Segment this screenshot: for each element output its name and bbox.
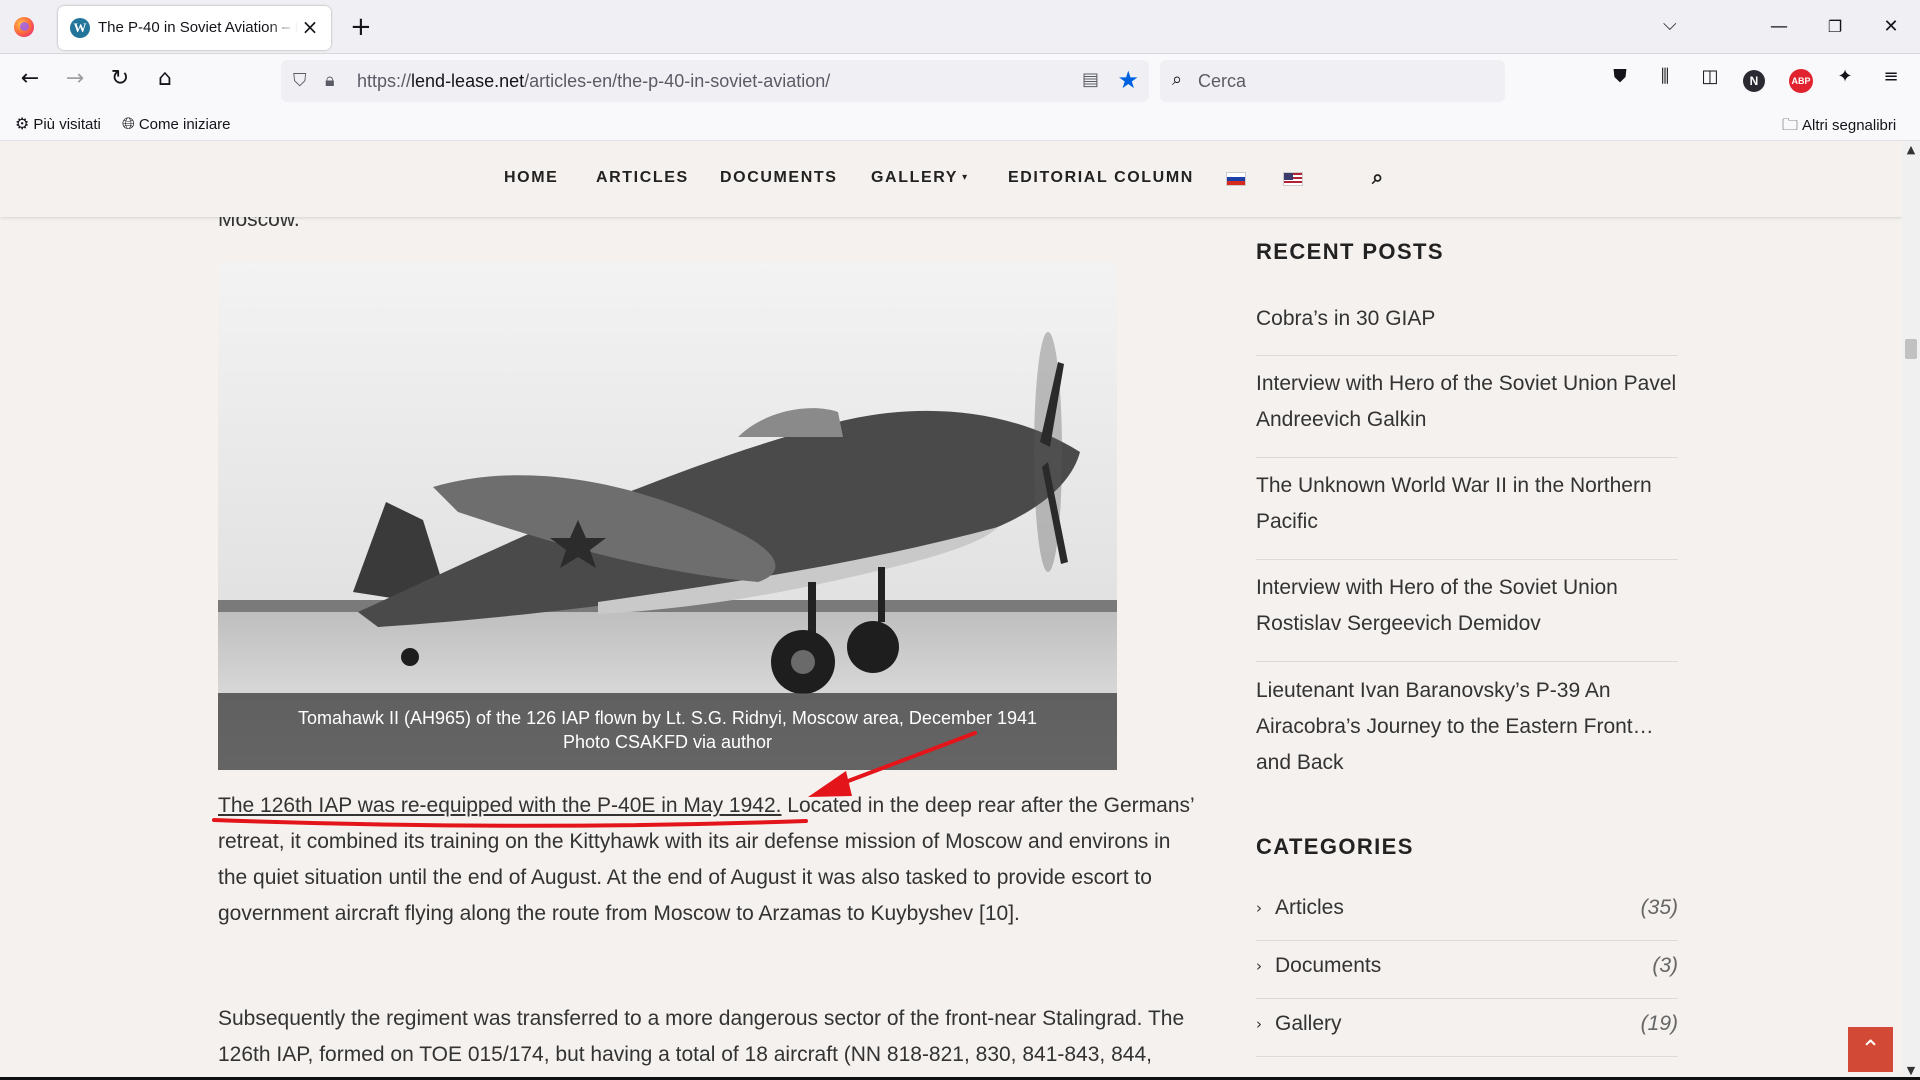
menu-editorial-column[interactable]: EDITORIAL COLUMN (1008, 169, 1194, 187)
navigation-toolbar: ← → ↻ ⌂ ⛉ 🔒︎ https://lend-lease.net/arti… (0, 54, 1920, 108)
page-scrollbar[interactable]: ▲ ▼ (1902, 141, 1920, 1080)
chevron-down-icon: ▾ (962, 172, 969, 183)
url-bar[interactable]: ⛉ 🔒︎ https://lend-lease.net/articles-en/… (281, 60, 1149, 102)
new-tab-button[interactable]: + (350, 14, 372, 40)
home-button[interactable]: ⌂ (150, 66, 180, 96)
divider (1256, 559, 1678, 560)
tab-title: The P-40 in Soviet Aviation – Lend-Lease (98, 19, 298, 36)
sidebar-icon[interactable]: ◫ (1695, 66, 1725, 96)
chevron-up-icon: ⌃ (1860, 1035, 1881, 1063)
recent-post-link[interactable]: Cobra’s in 30 GIAP (1256, 301, 1678, 337)
active-tab[interactable]: W The P-40 in Soviet Aviation – Lend-Lea… (58, 6, 331, 50)
scroll-up-icon[interactable]: ▲ (1902, 141, 1920, 159)
search-icon: ⌕ (1172, 69, 1183, 90)
restore-button[interactable]: ❐ (1820, 12, 1850, 42)
recent-posts-title: RECENT POSTS (1256, 239, 1444, 264)
globe-icon: 🌐︎ (122, 114, 135, 133)
menu-articles[interactable]: ARTICLES (596, 169, 689, 187)
recent-post-link[interactable]: The Unknown World War II in the Northern… (1256, 468, 1678, 540)
extensions-icon[interactable]: ✦ (1830, 66, 1860, 96)
chevron-right-icon: › (1256, 1015, 1262, 1033)
bookmark-star-icon[interactable]: ★ (1117, 66, 1139, 94)
scrollbar-thumb[interactable] (1905, 339, 1917, 359)
menu-documents[interactable]: DOCUMENTS (720, 169, 838, 187)
gear-icon: ⚙ (15, 114, 30, 133)
chevron-right-icon: › (1256, 899, 1262, 917)
search-input[interactable] (1198, 65, 1488, 97)
category-item[interactable]: › Documents (3) (1256, 941, 1678, 999)
minimize-button[interactable]: — (1764, 12, 1794, 42)
back-button[interactable]: ← (15, 66, 45, 96)
article-paragraph-2: Subsequently the regiment was transferre… (218, 1007, 1185, 1080)
reload-button[interactable]: ↻ (105, 66, 135, 96)
category-item[interactable]: › Articles (35) (1256, 883, 1678, 941)
folder-icon: 🗀 (1782, 115, 1799, 134)
divider (1256, 457, 1678, 458)
firefox-logo-icon[interactable] (14, 17, 34, 37)
site-search-icon[interactable]: ⌕ (1372, 165, 1383, 189)
article-photo: Tomahawk II (AH965) of the 126 IAP flown… (218, 262, 1117, 770)
bookmark-getting-started[interactable]: 🌐︎ Come iniziare (122, 114, 231, 134)
lock-icon[interactable]: 🔒︎ (325, 70, 335, 91)
article-paragraph-1: The 126th IAP was re-equipped with the P… (218, 794, 1194, 925)
categories-title: CATEGORIES (1256, 834, 1414, 859)
shield-icon[interactable]: ⛉ (293, 70, 307, 91)
bookmarks-toolbar: ⚙ Più visitati 🌐︎ Come iniziare 🗀 Altri seg… (0, 108, 1920, 141)
tab-strip: W The P-40 in Soviet Aviation – Lend-Lea… (0, 0, 1920, 54)
bookmark-other[interactable]: 🗀 Altri segnalibri (1782, 114, 1896, 141)
close-window-button[interactable]: ✕ (1876, 12, 1906, 42)
recent-post-link[interactable]: Lieutenant Ivan Baranovsky’s P-39 An Air… (1256, 673, 1678, 781)
profile-avatar[interactable]: N (1743, 70, 1765, 92)
menu-home[interactable]: HOME (504, 169, 558, 187)
chevron-right-icon: › (1256, 957, 1262, 975)
close-tab-icon[interactable]: × (299, 16, 321, 38)
recent-post-link[interactable]: Interview with Hero of the Soviet Union … (1256, 570, 1678, 642)
photo-caption: Tomahawk II (AH965) of the 126 IAP flown… (218, 693, 1117, 770)
pocket-icon[interactable]: ⛊ (1605, 66, 1635, 96)
list-all-tabs-icon[interactable]: ⌵ (1663, 14, 1677, 35)
reader-view-icon[interactable]: ▤ (1082, 69, 1099, 90)
divider (1256, 661, 1678, 662)
back-to-top-button[interactable]: ⌃ (1848, 1027, 1893, 1072)
page-viewport: HOME ARTICLES DOCUMENTS GALLERY ▾ EDITORI… (0, 141, 1902, 1080)
menu-gallery[interactable]: GALLERY ▾ (871, 169, 969, 187)
divider (1256, 355, 1678, 356)
recent-post-link[interactable]: Interview with Hero of the Soviet Union … (1256, 366, 1678, 438)
bookmark-most-visited[interactable]: ⚙ Più visitati (15, 114, 101, 133)
site-navigation: HOME ARTICLES DOCUMENTS GALLERY ▾ EDITORI… (0, 141, 1902, 217)
russian-flag-icon[interactable] (1226, 172, 1246, 186)
forward-button[interactable]: → (60, 66, 90, 96)
menu-icon[interactable]: ≡ (1876, 66, 1906, 96)
us-flag-icon[interactable] (1283, 172, 1303, 186)
highlighted-sentence: The 126th IAP was re-equipped with the P… (218, 794, 782, 817)
adblock-icon[interactable]: ABP (1789, 69, 1813, 93)
category-item[interactable]: › Gallery (19) (1256, 999, 1678, 1057)
url-text[interactable]: https://lend-lease.net/articles-en/the-p… (357, 71, 830, 92)
library-icon[interactable]: ⫼ (1650, 66, 1680, 96)
wordpress-icon: W (70, 18, 90, 38)
search-bar: ⌕ (1160, 60, 1505, 102)
